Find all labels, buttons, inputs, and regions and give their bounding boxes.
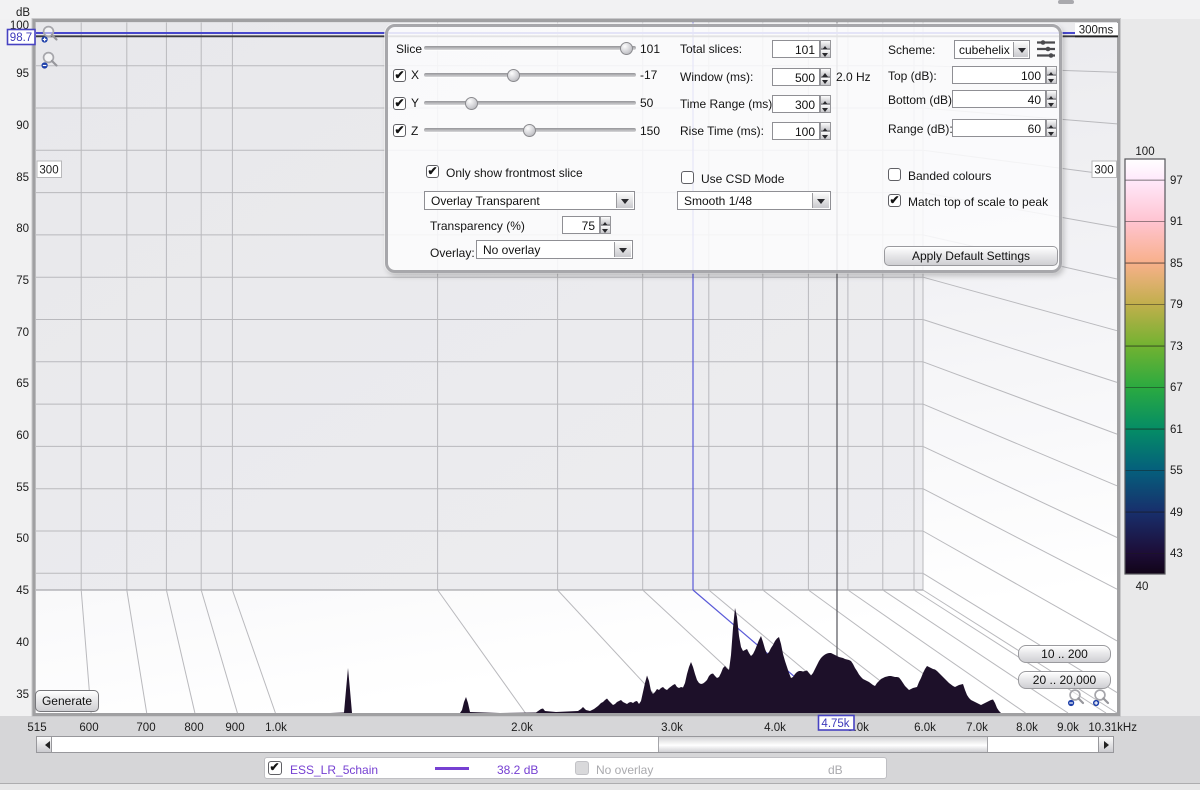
svg-text:8.0k: 8.0k	[1016, 722, 1038, 734]
svg-text:65: 65	[16, 378, 29, 390]
svg-text:600: 600	[79, 722, 98, 734]
svg-text:61: 61	[1170, 424, 1183, 436]
svg-text:10.31kHz: 10.31kHz	[1088, 722, 1137, 734]
svg-text:67: 67	[1170, 382, 1183, 394]
svg-text:80: 80	[16, 223, 29, 235]
svg-text:91: 91	[1170, 216, 1183, 228]
svg-text:515: 515	[27, 722, 46, 734]
svg-text:90: 90	[16, 120, 29, 132]
svg-text:7.0k: 7.0k	[966, 722, 988, 734]
svg-text:2.0k: 2.0k	[511, 722, 533, 734]
svg-text:300: 300	[1094, 165, 1113, 177]
svg-text:dB: dB	[16, 7, 30, 19]
svg-text:85: 85	[16, 172, 29, 184]
svg-text:900: 900	[225, 722, 244, 734]
svg-text:3.0k: 3.0k	[661, 722, 683, 734]
svg-text:100: 100	[1135, 146, 1154, 158]
svg-text:700: 700	[136, 722, 155, 734]
svg-text:95: 95	[16, 68, 29, 80]
svg-text:70: 70	[16, 327, 29, 339]
svg-text:300ms: 300ms	[1079, 25, 1114, 37]
svg-text:40: 40	[16, 637, 29, 649]
svg-text:79: 79	[1170, 299, 1183, 311]
svg-text:800: 800	[184, 722, 203, 734]
svg-text:49: 49	[1170, 507, 1183, 519]
svg-text:35: 35	[16, 689, 29, 701]
svg-text:43: 43	[1170, 548, 1183, 560]
svg-text:97: 97	[1170, 175, 1183, 187]
svg-text:4.75k: 4.75k	[821, 718, 849, 730]
svg-text:40: 40	[1136, 581, 1149, 593]
svg-text:45: 45	[16, 585, 29, 597]
svg-text:85: 85	[1170, 258, 1183, 270]
svg-text:55: 55	[16, 482, 29, 494]
svg-text:55: 55	[1170, 465, 1183, 477]
svg-text:50: 50	[16, 533, 29, 545]
svg-text:73: 73	[1170, 341, 1183, 353]
svg-text:9.0k: 9.0k	[1057, 722, 1079, 734]
svg-text:1.0k: 1.0k	[265, 722, 287, 734]
svg-text:300: 300	[39, 165, 58, 177]
svg-text:60: 60	[16, 430, 29, 442]
svg-text:4.0k: 4.0k	[764, 722, 786, 734]
svg-text:6.0k: 6.0k	[914, 722, 936, 734]
svg-text:75: 75	[16, 275, 29, 287]
svg-text:98.7: 98.7	[10, 32, 32, 44]
